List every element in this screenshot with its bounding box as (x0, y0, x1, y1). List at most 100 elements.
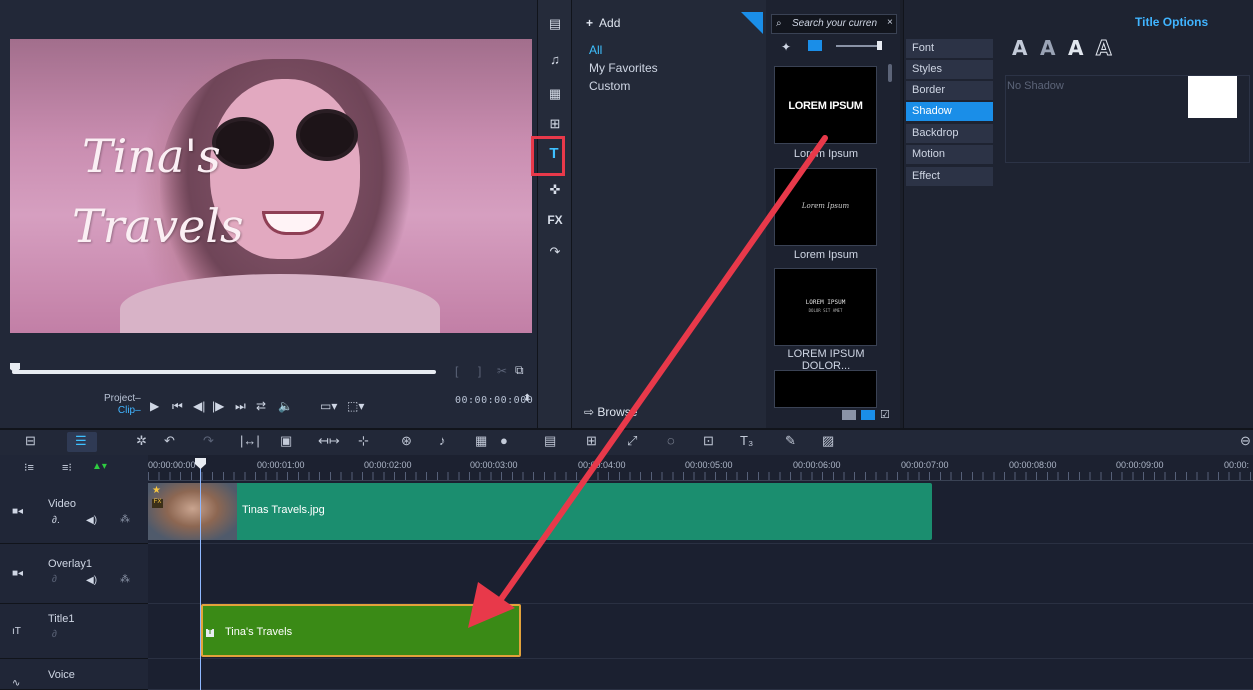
tab-motion[interactable]: Motion (906, 145, 993, 164)
3d-title-icon[interactable]: T₃ (740, 433, 753, 448)
title-thumbnail-3[interactable]: LOREM IPSUM DOLOR SIT AMET (774, 268, 877, 346)
filter-icon[interactable]: FX (545, 210, 565, 230)
clear-search-icon[interactable]: × (887, 17, 893, 28)
audio-waveform-icon[interactable]: ♪ (439, 433, 446, 448)
grid-view-icon[interactable] (861, 410, 875, 420)
list-view-icon[interactable] (808, 40, 822, 51)
ripple-edit-icon[interactable]: ⁂ (120, 514, 130, 525)
category-my-favorites[interactable]: My Favorites (589, 61, 658, 75)
play-button[interactable]: ▶ (150, 399, 159, 413)
browse-button[interactable]: ⇨ Browse (584, 405, 637, 419)
crop-icon[interactable]: ⬚▾ (347, 399, 364, 413)
title-thumbnail-1[interactable]: LOREM IPSUM (774, 66, 877, 144)
pin-icon[interactable] (741, 12, 763, 34)
end-button[interactable]: ⏭ (235, 399, 246, 414)
style-letter-shadow[interactable]: A (1068, 36, 1083, 60)
aspect-ratio-icon[interactable]: ▭▾ (320, 399, 337, 413)
volume-icon[interactable]: 🔈 (278, 399, 293, 413)
next-frame-button[interactable]: |▶ (212, 399, 224, 413)
overlay-track-icon[interactable]: ■◂ (12, 568, 23, 579)
add-button[interactable]: + Add (586, 16, 620, 30)
tab-font[interactable]: Font (906, 39, 993, 58)
no-shadow-option[interactable]: No Shadow (1007, 80, 1064, 92)
style-letter-plain[interactable]: A (1012, 36, 1027, 60)
add-to-favorites-icon[interactable]: ✦ (781, 40, 791, 54)
title-link-icon[interactable]: ∂ (52, 629, 57, 640)
tab-border[interactable]: Border (906, 81, 993, 100)
mask-icon[interactable]: ⤢ (627, 433, 637, 449)
fit-project-icon[interactable]: |↔| (240, 433, 260, 448)
overlay-title-line2[interactable]: Travels (72, 199, 244, 253)
add-marker-icon[interactable]: ▲▾ (92, 461, 107, 472)
import-icon[interactable] (842, 410, 856, 420)
overlay-ripple-icon[interactable]: ⁂ (120, 574, 130, 585)
tab-styles[interactable]: Styles (906, 60, 993, 79)
overlay-link-icon[interactable]: ∂ (52, 574, 57, 585)
audio-icon[interactable]: ♫ (545, 50, 565, 70)
time-remap-icon[interactable]: ◌ (667, 433, 675, 448)
video-clip[interactable]: ★ FX Tinas Travels.jpg (148, 483, 932, 540)
track-row-overlay1[interactable] (148, 544, 1253, 604)
mark-in-icon[interactable]: [ (455, 364, 458, 378)
undo-icon[interactable]: ↶ (164, 433, 175, 449)
zoom-icon[interactable]: ⊖ (1240, 433, 1251, 449)
video-track-icon[interactable]: ■◂ (12, 506, 23, 517)
category-all[interactable]: All (589, 43, 602, 57)
mix-icon[interactable]: ⊛ (401, 433, 412, 449)
link-icon[interactable]: ∂. (52, 515, 60, 526)
track-manager-icon[interactable]: ⁝≡ (24, 461, 34, 474)
subtitle-icon[interactable]: ▤ (544, 433, 556, 449)
repeat-button[interactable]: ⇄ (256, 399, 266, 413)
color-grading-icon[interactable]: ▨ (822, 433, 834, 449)
instant-project-icon[interactable]: ▦ (545, 84, 565, 104)
ripple-icon[interactable]: ⊹ (358, 433, 369, 449)
overlay-title-line1[interactable]: Tina's (82, 129, 221, 183)
split-screen-icon[interactable]: ⊞ (586, 433, 597, 449)
tab-backdrop[interactable]: Backdrop (906, 124, 993, 143)
category-custom[interactable]: Custom (589, 79, 630, 93)
voice-track-icon[interactable]: ∿ (12, 678, 20, 689)
playhead-line[interactable] (200, 460, 201, 690)
edit-icon[interactable]: ☑ (880, 408, 890, 421)
path-icon[interactable]: ↷ (545, 242, 565, 262)
redo-icon[interactable]: ↷ (203, 433, 214, 449)
multicam-icon[interactable]: ▦ (475, 433, 487, 449)
transition-icon[interactable]: ⊞ (545, 114, 565, 134)
split-clip-icon[interactable]: ✂ (497, 364, 507, 378)
title-clip[interactable]: T Tina's Travels (201, 604, 521, 657)
stabilize-icon[interactable]: ⊡ (703, 433, 714, 449)
shadow-color-swatch[interactable] (1188, 76, 1237, 118)
video-volume-icon[interactable]: ◀) (86, 515, 97, 526)
mark-out-icon[interactable]: ] (478, 364, 481, 378)
style-letter-outline[interactable]: A (1095, 36, 1112, 61)
record-capture-icon[interactable]: ▣ (280, 433, 292, 449)
style-letter-gradient[interactable]: A (1040, 36, 1055, 60)
chapter-icon[interactable]: ≡⁝ (62, 461, 72, 474)
previous-frame-button[interactable]: ◀| (193, 399, 205, 413)
project-clip-switch[interactable]: Project– Clip– (104, 393, 141, 417)
clip-mode-label[interactable]: Clip– (104, 405, 141, 417)
track-row-voice[interactable] (148, 659, 1253, 690)
timecode-display[interactable]: 00:00:00:000 (455, 395, 533, 406)
tab-effect[interactable]: Effect (906, 167, 993, 186)
title-thumbnail-4[interactable] (774, 370, 877, 408)
preview-screen[interactable]: Tina's Travels (10, 39, 532, 333)
home-button[interactable]: ⏮ (172, 399, 183, 414)
project-mode-label[interactable]: Project– (104, 393, 141, 405)
trim-icon[interactable]: ↤↦ (318, 433, 340, 449)
timecode-spinner-icon[interactable]: ⬍ (523, 393, 531, 404)
thumbnail-scrollbar[interactable] (888, 64, 892, 82)
title-thumbnail-2[interactable]: Lorem Ipsum (774, 168, 877, 246)
enlarge-preview-icon[interactable]: ⧉ (515, 363, 524, 378)
painting-icon[interactable]: ✎ (785, 433, 796, 449)
search-input[interactable]: ⌕ Search your curren (771, 14, 897, 34)
title-track-icon[interactable]: ıT (12, 626, 21, 637)
tools-icon[interactable]: ✲ (136, 433, 147, 449)
scrubber-bar[interactable] (12, 370, 436, 374)
overlay-volume-icon[interactable]: ◀) (86, 575, 97, 586)
graphics-icon[interactable]: ✜ (545, 180, 565, 200)
media-icon[interactable]: ▤ (545, 14, 565, 34)
storyboard-view-icon[interactable]: ⊟ (25, 433, 36, 449)
motion-tracking-icon[interactable]: ● (500, 433, 508, 448)
tab-shadow[interactable]: Shadow (906, 102, 993, 121)
